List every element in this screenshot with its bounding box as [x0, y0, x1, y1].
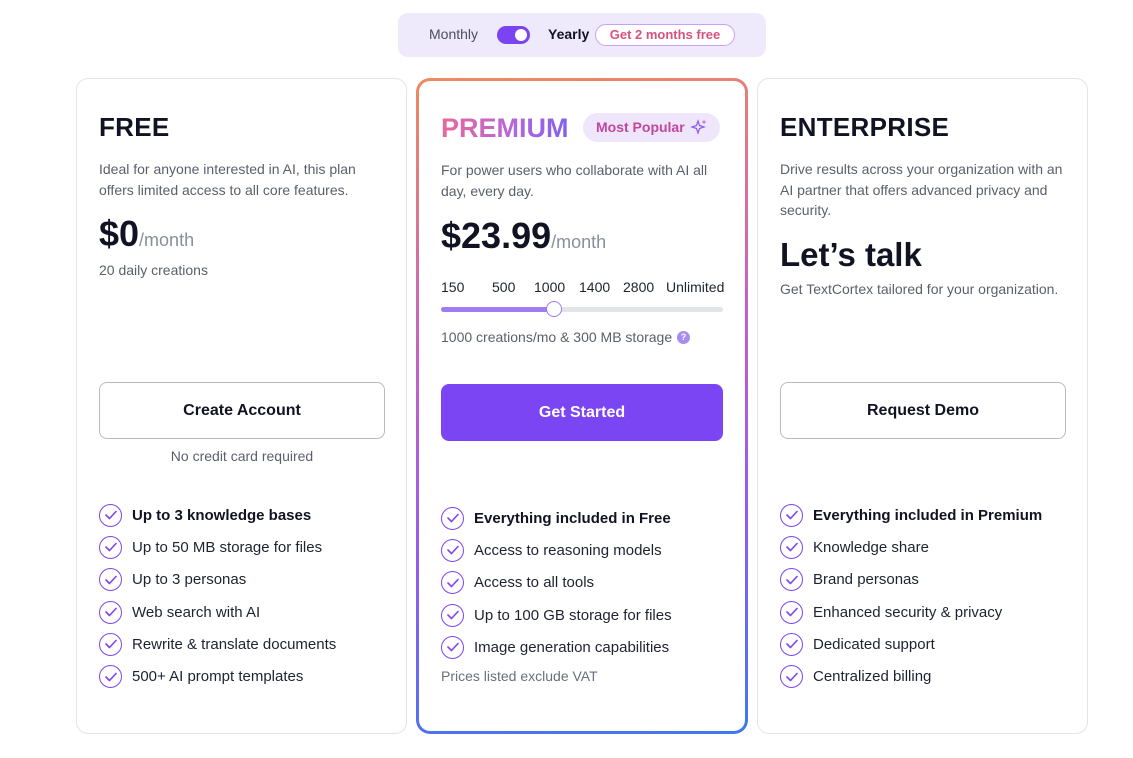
tier-label[interactable]: 2800	[623, 279, 654, 295]
storage-note: 1000 creations/mo & 300 MB storage	[441, 329, 673, 345]
feature-text: Web search with AI	[132, 603, 261, 621]
feature-text: Up to 3 personas	[132, 571, 247, 589]
plan-description: For power users who collaborate with AI …	[441, 162, 708, 199]
check-circle-icon	[99, 503, 122, 527]
feature-list: Everything included in Free Access to rea…	[441, 502, 672, 663]
check-circle-icon	[99, 665, 122, 689]
request-demo-button[interactable]: Request Demo	[780, 382, 1066, 439]
check-circle-icon	[441, 538, 464, 562]
check-circle-icon	[780, 600, 803, 624]
feature-list: Up to 3 knowledge bases Up to 50 MB stora…	[99, 499, 336, 693]
feature-item: Up to 3 personas	[99, 564, 336, 596]
plan-card-free: FREE Ideal for anyone interested in AI, …	[76, 78, 407, 734]
plan-name: PREMIUM	[441, 113, 569, 143]
feature-text: Everything included in Premium	[813, 506, 1043, 524]
check-circle-icon	[99, 600, 122, 624]
price-period: /month	[551, 232, 607, 252]
feature-item: 500+ AI prompt templates	[99, 660, 336, 692]
promo-badge: Get 2 months free	[595, 24, 735, 46]
feature-item: Dedicated support	[780, 628, 1042, 660]
price-amount: $23.99	[441, 215, 552, 256]
tier-label[interactable]: 1000	[534, 279, 565, 295]
plan-card-enterprise: ENTERPRISE Drive results across your org…	[757, 78, 1088, 734]
billing-toggle: Monthly Yearly Get 2 months free	[398, 13, 766, 57]
feature-item: Brand personas	[780, 564, 1042, 596]
contact-sales-heading: Let’s talk	[780, 236, 922, 273]
check-circle-icon	[780, 632, 803, 656]
feature-text: Everything included in Free	[474, 509, 671, 527]
check-circle-icon	[780, 503, 803, 527]
plan-price: $23.99/month	[441, 215, 606, 257]
feature-text: Up to 100 GB storage for files	[474, 606, 672, 624]
tier-label[interactable]: 1400	[579, 279, 610, 295]
slider-fill	[441, 307, 554, 312]
check-circle-icon	[780, 665, 803, 689]
feature-text: Rewrite & translate documents	[132, 635, 337, 653]
feature-item: Rewrite & translate documents	[99, 628, 336, 660]
feature-text: Up to 3 knowledge bases	[132, 506, 312, 524]
badge-label: Most Popular	[596, 119, 685, 135]
feature-item: Up to 50 MB storage for files	[99, 531, 336, 563]
most-popular-badge: Most Popular	[583, 113, 720, 142]
tier-label[interactable]: 150	[441, 279, 464, 295]
tier-label[interactable]: 500	[492, 279, 515, 295]
yearly-label[interactable]: Yearly	[548, 26, 589, 42]
plan-name: FREE	[99, 112, 170, 142]
vat-note: Prices listed exclude VAT	[441, 668, 598, 684]
feature-item: Everything included in Premium	[780, 499, 1042, 531]
feature-text: Centralized billing	[813, 668, 932, 686]
feature-text: Brand personas	[813, 571, 919, 589]
feature-text: Up to 50 MB storage for files	[132, 538, 323, 556]
plan-description: Ideal for anyone interested in AI, this …	[99, 161, 356, 198]
monthly-label[interactable]: Monthly	[429, 26, 478, 42]
feature-item: Up to 100 GB storage for files	[441, 599, 672, 631]
check-circle-icon	[780, 568, 803, 592]
tier-slider[interactable]	[441, 301, 723, 317]
enterprise-tagline: Get TextCortex tailored for your organiz…	[780, 281, 1059, 297]
check-circle-icon	[780, 535, 803, 559]
check-circle-icon	[99, 632, 122, 656]
feature-item: Up to 3 knowledge bases	[99, 499, 336, 531]
feature-text: Dedicated support	[813, 635, 935, 653]
no-credit-card-note: No credit card required	[170, 448, 314, 464]
check-circle-icon	[441, 506, 464, 530]
check-circle-icon	[441, 635, 464, 659]
get-started-button[interactable]: Get Started	[441, 384, 723, 441]
feature-item: Image generation capabilities	[441, 631, 672, 663]
slider-thumb[interactable]	[545, 301, 562, 317]
feature-text: Access to reasoning models	[474, 541, 662, 559]
price-period: /month	[139, 230, 195, 250]
feature-text: Image generation capabilities	[474, 638, 670, 656]
feature-text: 500+ AI prompt templates	[132, 668, 304, 686]
feature-item: Access to reasoning models	[441, 534, 672, 566]
plan-name: ENTERPRISE	[780, 112, 950, 142]
feature-item: Web search with AI	[99, 596, 336, 628]
check-circle-icon	[99, 568, 122, 592]
plan-card-premium: PREMIUM Most Popular For power users who…	[416, 78, 748, 734]
plan-description: Drive results across your organization w…	[780, 161, 1063, 218]
feature-list: Everything included in Premium Knowledge …	[780, 499, 1042, 693]
check-circle-icon	[441, 603, 464, 627]
feature-item: Enhanced security & privacy	[780, 596, 1042, 628]
help-icon[interactable]: ?	[677, 331, 690, 344]
feature-text: Access to all tools	[474, 574, 595, 592]
sparkle-icon	[690, 117, 708, 146]
tier-label[interactable]: Unlimited	[666, 279, 724, 295]
feature-text: Knowledge share	[813, 538, 929, 556]
plan-price: $0/month	[99, 213, 194, 255]
feature-text: Enhanced security & privacy	[813, 603, 1003, 621]
check-circle-icon	[441, 571, 464, 595]
switch-knob	[515, 29, 527, 41]
feature-item: Knowledge share	[780, 531, 1042, 563]
feature-item: Everything included in Free	[441, 502, 672, 534]
create-account-button[interactable]: Create Account	[99, 382, 385, 439]
quota-note: 20 daily creations	[99, 262, 208, 278]
billing-switch[interactable]	[497, 26, 530, 44]
feature-item: Access to all tools	[441, 567, 672, 599]
feature-item: Centralized billing	[780, 660, 1042, 692]
check-circle-icon	[99, 535, 122, 559]
price-amount: $0	[99, 213, 140, 254]
